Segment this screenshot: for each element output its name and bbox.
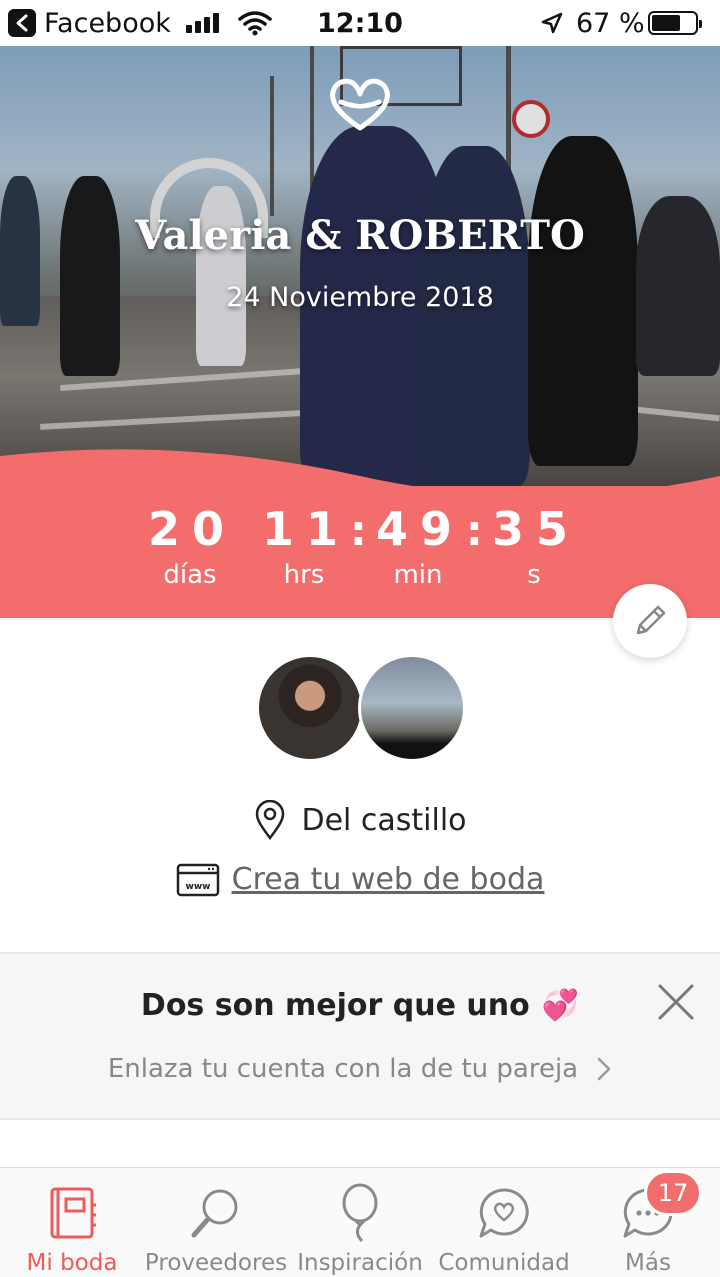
back-arrow-icon xyxy=(8,9,36,37)
hero-cover-photo[interactable]: Valeria & ROBERTO 24 Noviembre 2018 xyxy=(0,46,720,486)
countdown-hours-label: hrs xyxy=(283,560,325,590)
tab-label: Comunidad xyxy=(438,1250,570,1276)
countdown-separator: : xyxy=(466,506,483,555)
wedding-countdown: 20 días 11 hrs : 49 min : 35 s xyxy=(0,486,720,618)
battery-percent: 67 % xyxy=(576,8,645,39)
partner-1-avatar[interactable] xyxy=(256,654,364,762)
heart-icon xyxy=(327,76,393,138)
close-icon xyxy=(658,984,694,1020)
wedding-date: 24 Noviembre 2018 xyxy=(226,282,494,313)
tab-mi-boda[interactable]: Mi boda xyxy=(0,1168,144,1277)
magnifier-icon xyxy=(186,1182,246,1244)
balloon-icon xyxy=(330,1182,390,1244)
back-to-app-button[interactable]: Facebook xyxy=(8,7,171,39)
tab-proveedores[interactable]: Proveedores xyxy=(144,1168,288,1277)
status-bar: Facebook 12:10 67 % xyxy=(0,0,720,46)
back-app-label: Facebook xyxy=(44,7,171,39)
battery-icon xyxy=(648,11,702,35)
bottom-tab-bar: Mi boda Proveedores Inspiración Comunida… xyxy=(0,1167,720,1277)
countdown-days: 20 días xyxy=(148,502,232,590)
countdown-days-value: 20 xyxy=(148,502,237,556)
countdown-separator: : xyxy=(350,506,367,555)
countdown-seconds: 35 s xyxy=(492,502,576,590)
location-text: Del castillo xyxy=(301,802,467,838)
edit-wedding-button[interactable] xyxy=(613,584,687,658)
countdown-minutes-value: 49 xyxy=(376,502,465,556)
content-peek xyxy=(0,1122,720,1168)
tab-label: Más xyxy=(625,1250,671,1276)
tab-label: Mi boda xyxy=(26,1250,118,1276)
chevron-right-icon xyxy=(597,1057,611,1081)
link-partner-banner: Dos son mejor que uno 💞 Enlaza tu cuenta… xyxy=(0,952,720,1120)
wedding-location[interactable]: Del castillo xyxy=(0,800,720,840)
countdown-hours: 11 hrs xyxy=(262,502,346,590)
tab-inspiracion[interactable]: Inspiración xyxy=(288,1168,432,1277)
close-banner-button[interactable] xyxy=(654,980,698,1024)
countdown-days-label: días xyxy=(163,560,217,590)
create-web-link[interactable]: Crea tu web de boda xyxy=(232,862,545,897)
notebook-icon xyxy=(42,1182,102,1244)
hero-wave-divider xyxy=(0,449,720,486)
location-services-icon xyxy=(540,11,564,39)
banner-subtitle: Enlaza tu cuenta con la de tu pareja xyxy=(107,1054,579,1084)
countdown-seconds-label: s xyxy=(527,560,541,590)
countdown-minutes: 49 min xyxy=(376,502,460,590)
map-pin-icon xyxy=(256,800,285,840)
tab-label: Inspiración xyxy=(297,1250,423,1276)
svg-text:www: www xyxy=(185,882,210,892)
wifi-icon xyxy=(238,10,272,40)
countdown-minutes-label: min xyxy=(393,560,443,590)
cellular-signal-icon xyxy=(186,13,219,33)
partner-2-avatar[interactable] xyxy=(358,654,466,762)
banner-title: Dos son mejor que uno xyxy=(140,988,530,1023)
couple-names-title: Valeria & ROBERTO xyxy=(135,212,585,259)
link-partner-account-link[interactable]: Enlaza tu cuenta con la de tu pareja xyxy=(0,1054,720,1084)
tab-label: Proveedores xyxy=(144,1250,288,1276)
browser-www-icon: www xyxy=(176,863,219,896)
create-wedding-website[interactable]: www Crea tu web de boda xyxy=(0,862,720,897)
hearts-emoji-icon: 💞 xyxy=(541,988,580,1023)
notification-badge: 17 xyxy=(644,1170,702,1216)
chat-heart-icon xyxy=(474,1182,534,1244)
countdown-hours-value: 11 xyxy=(262,502,351,556)
pencil-icon xyxy=(636,605,666,635)
tab-comunidad[interactable]: Comunidad xyxy=(432,1168,576,1277)
countdown-seconds-value: 35 xyxy=(492,502,581,556)
